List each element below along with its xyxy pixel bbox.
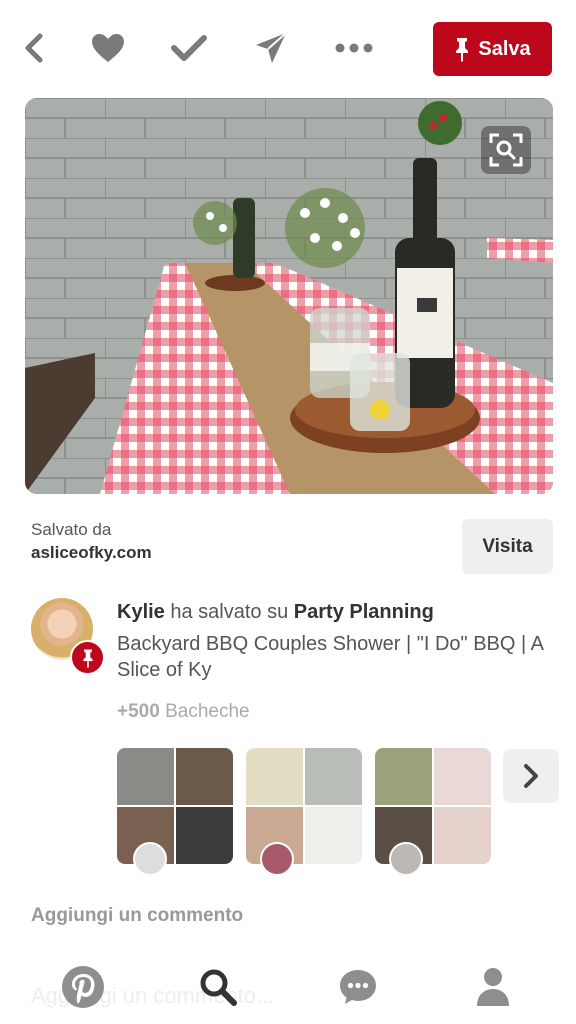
done-button[interactable] bbox=[169, 28, 209, 68]
saved-from-label: Salvato da bbox=[31, 520, 112, 539]
pin-title: Backyard BBQ Couples Shower | "I Do" BBQ… bbox=[117, 633, 543, 681]
visual-search-button[interactable] bbox=[481, 126, 531, 174]
board-owner-avatar bbox=[133, 842, 167, 876]
board-image bbox=[305, 748, 362, 805]
nav-messages-button[interactable] bbox=[333, 962, 383, 1012]
source-domain-link[interactable]: asliceofky.com bbox=[31, 543, 152, 563]
chevron-right-icon bbox=[524, 764, 538, 788]
visual-search-icon bbox=[489, 133, 523, 167]
boards-count-number: +500 bbox=[117, 701, 160, 722]
send-icon bbox=[256, 32, 287, 63]
board-image bbox=[434, 807, 491, 864]
back-button[interactable] bbox=[14, 28, 54, 68]
saved-to-text: ha salvato su bbox=[170, 601, 289, 623]
board-image bbox=[375, 748, 432, 805]
pin-badge-icon bbox=[70, 640, 105, 675]
nav-home-button[interactable] bbox=[58, 962, 108, 1012]
board-image bbox=[305, 807, 362, 864]
chevron-left-icon bbox=[25, 33, 43, 63]
checkmark-icon bbox=[171, 35, 207, 61]
boards-count: +500 Bacheche bbox=[117, 701, 250, 723]
chat-bubble-icon bbox=[340, 970, 376, 1004]
board-image bbox=[117, 748, 174, 805]
profile-icon bbox=[477, 968, 509, 1006]
user-name-link[interactable]: Kylie bbox=[117, 601, 165, 623]
board-name-link[interactable]: Party Planning bbox=[294, 601, 434, 623]
board-image bbox=[434, 748, 491, 805]
more-boards-button[interactable] bbox=[503, 749, 559, 803]
more-options-button[interactable] bbox=[334, 28, 374, 68]
pinterest-logo-icon bbox=[62, 966, 104, 1008]
board-image bbox=[246, 748, 303, 805]
boards-count-label: Bacheche bbox=[165, 701, 250, 722]
board-owner-avatar bbox=[260, 842, 294, 876]
heart-icon bbox=[92, 34, 124, 62]
send-button[interactable] bbox=[251, 28, 291, 68]
pin-icon bbox=[456, 38, 469, 62]
board-thumbnail[interactable] bbox=[246, 748, 362, 864]
board-owner-avatar bbox=[389, 842, 423, 876]
pin-photo bbox=[25, 98, 553, 494]
search-icon bbox=[200, 969, 237, 1006]
pin-image[interactable] bbox=[25, 98, 553, 494]
attribution-line: Kylie ha salvato su Party Planning bbox=[117, 601, 434, 624]
visit-button[interactable]: Visita bbox=[462, 519, 553, 574]
board-thumbnail[interactable] bbox=[375, 748, 491, 864]
comments-heading: Aggiungi un commento bbox=[31, 905, 244, 926]
save-label: Salva bbox=[478, 37, 531, 60]
board-image bbox=[176, 807, 233, 864]
save-button[interactable]: Salva bbox=[433, 22, 552, 76]
board-image bbox=[176, 748, 233, 805]
like-button[interactable] bbox=[88, 28, 128, 68]
nav-profile-button[interactable] bbox=[468, 962, 518, 1012]
more-dots-icon bbox=[335, 43, 373, 53]
nav-search-button[interactable] bbox=[193, 962, 243, 1012]
board-thumbnail[interactable] bbox=[117, 748, 233, 864]
